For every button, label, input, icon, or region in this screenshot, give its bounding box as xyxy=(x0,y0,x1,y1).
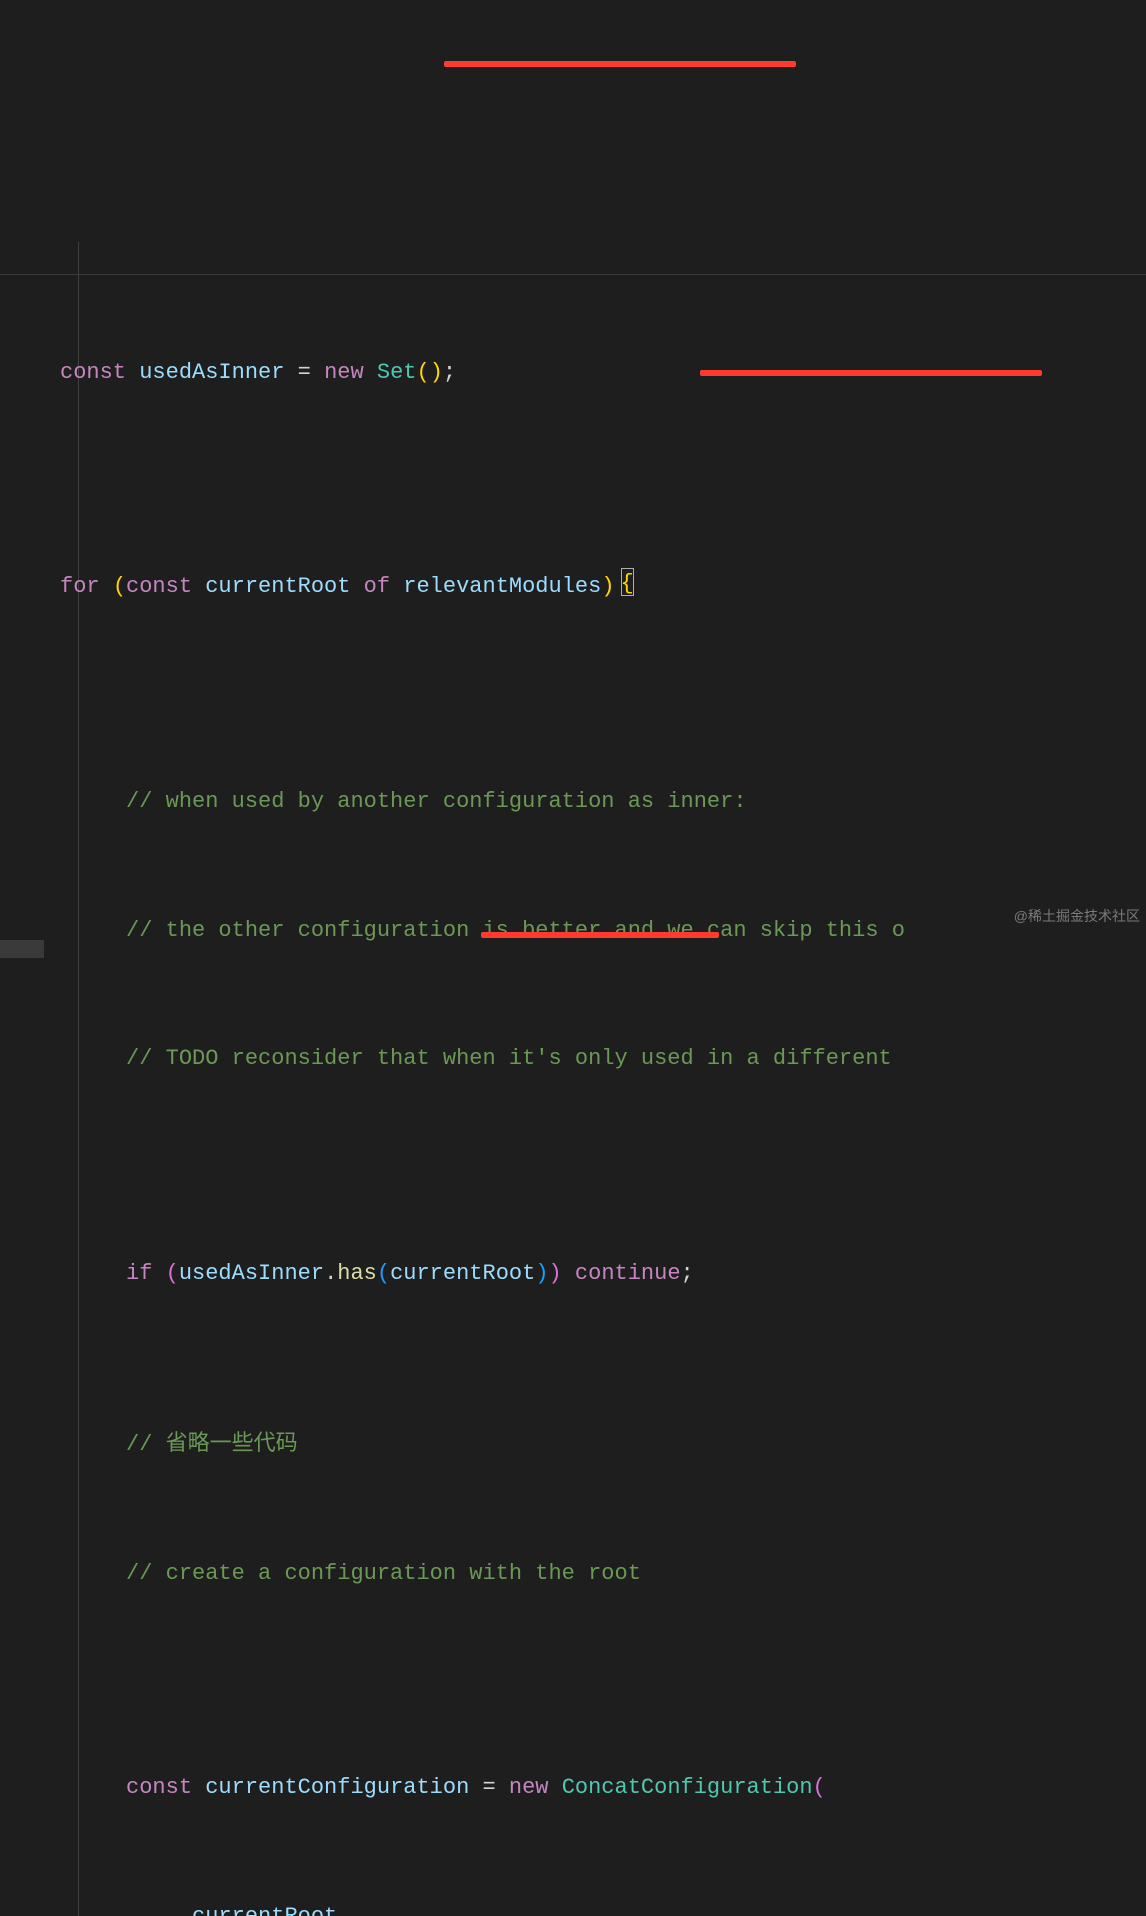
var: currentRoot xyxy=(390,1261,535,1286)
op-eq: = xyxy=(284,360,324,385)
cls: Set xyxy=(377,360,417,385)
kw-new: new xyxy=(509,1775,549,1800)
watermark: @稀土掘金技术社区 xyxy=(1014,903,1140,930)
kw-if: if xyxy=(126,1261,152,1286)
code-line: // create a configuration with the root xyxy=(60,1553,1146,1596)
code-line: currentRoot, xyxy=(60,1896,1146,1916)
kw-of: of xyxy=(364,574,390,599)
code-line: if (usedAsInner.has(currentRoot)) contin… xyxy=(60,1253,1146,1296)
scrollbar-corner xyxy=(0,940,44,958)
comment: // when used by another configuration as… xyxy=(126,789,747,814)
var: currentConfiguration xyxy=(205,1775,469,1800)
kw-const: const xyxy=(60,360,126,385)
annotation-underline xyxy=(481,932,719,938)
code-line: // TODO reconsider that when it's only u… xyxy=(60,1038,1146,1081)
fn: has xyxy=(337,1261,377,1286)
annotation-underline xyxy=(700,370,1042,376)
comment: // 省略一些代码 xyxy=(126,1432,298,1457)
cls: ConcatConfiguration xyxy=(562,1775,813,1800)
var: usedAsInner xyxy=(139,360,284,385)
cursor xyxy=(621,568,634,596)
code-line: // 省略一些代码 xyxy=(60,1424,1146,1467)
comment: // TODO reconsider that when it's only u… xyxy=(126,1046,905,1071)
comment: // create a configuration with the root xyxy=(126,1561,641,1586)
kw-new: new xyxy=(324,360,364,385)
kw-continue: continue xyxy=(575,1261,681,1286)
code-line: const currentConfiguration = new ConcatC… xyxy=(60,1767,1146,1810)
var: currentRoot xyxy=(192,1904,337,1916)
annotation-underline xyxy=(444,61,796,67)
comment: // the other configuration is better and… xyxy=(126,918,905,943)
var: relevantModules xyxy=(403,574,601,599)
kw-const: const xyxy=(126,574,192,599)
kw-for: for xyxy=(60,574,100,599)
code-line: // when used by another configuration as… xyxy=(60,781,1146,824)
var: usedAsInner xyxy=(179,1261,324,1286)
code-line: for (const currentRoot of relevantModule… xyxy=(60,566,1146,609)
divider xyxy=(0,274,1146,275)
kw-const: const xyxy=(126,1775,192,1800)
var: currentRoot xyxy=(205,574,350,599)
code-editor[interactable]: const usedAsInner = new Set(); for (cons… xyxy=(0,172,1146,1916)
